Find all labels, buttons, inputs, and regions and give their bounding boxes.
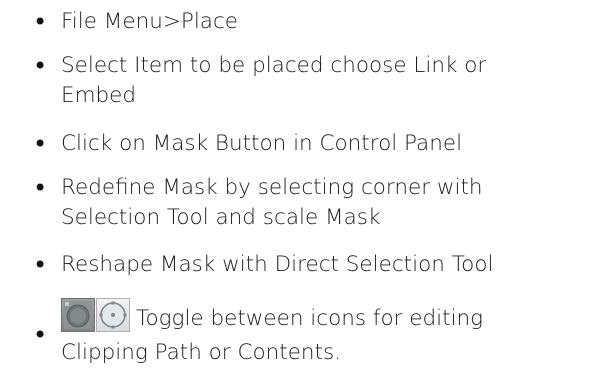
item-text: Selection Tool and scale Mask	[61, 205, 381, 230]
item-text: File Menu>Place	[61, 9, 239, 34]
bullet-marker: •	[33, 251, 48, 279]
item-text: Toggle between icons for editing	[136, 306, 484, 331]
clipping-path-icon[interactable]	[96, 298, 130, 332]
item-text: Redefine Mask by selecting corner with	[61, 175, 483, 200]
bullet-marker: •	[33, 174, 48, 202]
toggle-icons	[61, 298, 130, 334]
bullet-marker: •	[33, 8, 48, 36]
item-text: Reshape Mask with Direct Selection Tool	[61, 252, 494, 277]
item-text: Select Item to be placed choose Link or	[61, 53, 487, 78]
item-text: Clipping Path or Contents.	[61, 340, 342, 365]
item-text: Click on Mask Button in Control Panel	[61, 131, 463, 156]
content-grabber-icon[interactable]	[61, 298, 95, 332]
item-text: Embed	[61, 83, 137, 108]
bullet-marker: •	[33, 130, 48, 158]
bullet-marker: •	[33, 321, 48, 349]
bullet-marker: •	[33, 52, 48, 80]
